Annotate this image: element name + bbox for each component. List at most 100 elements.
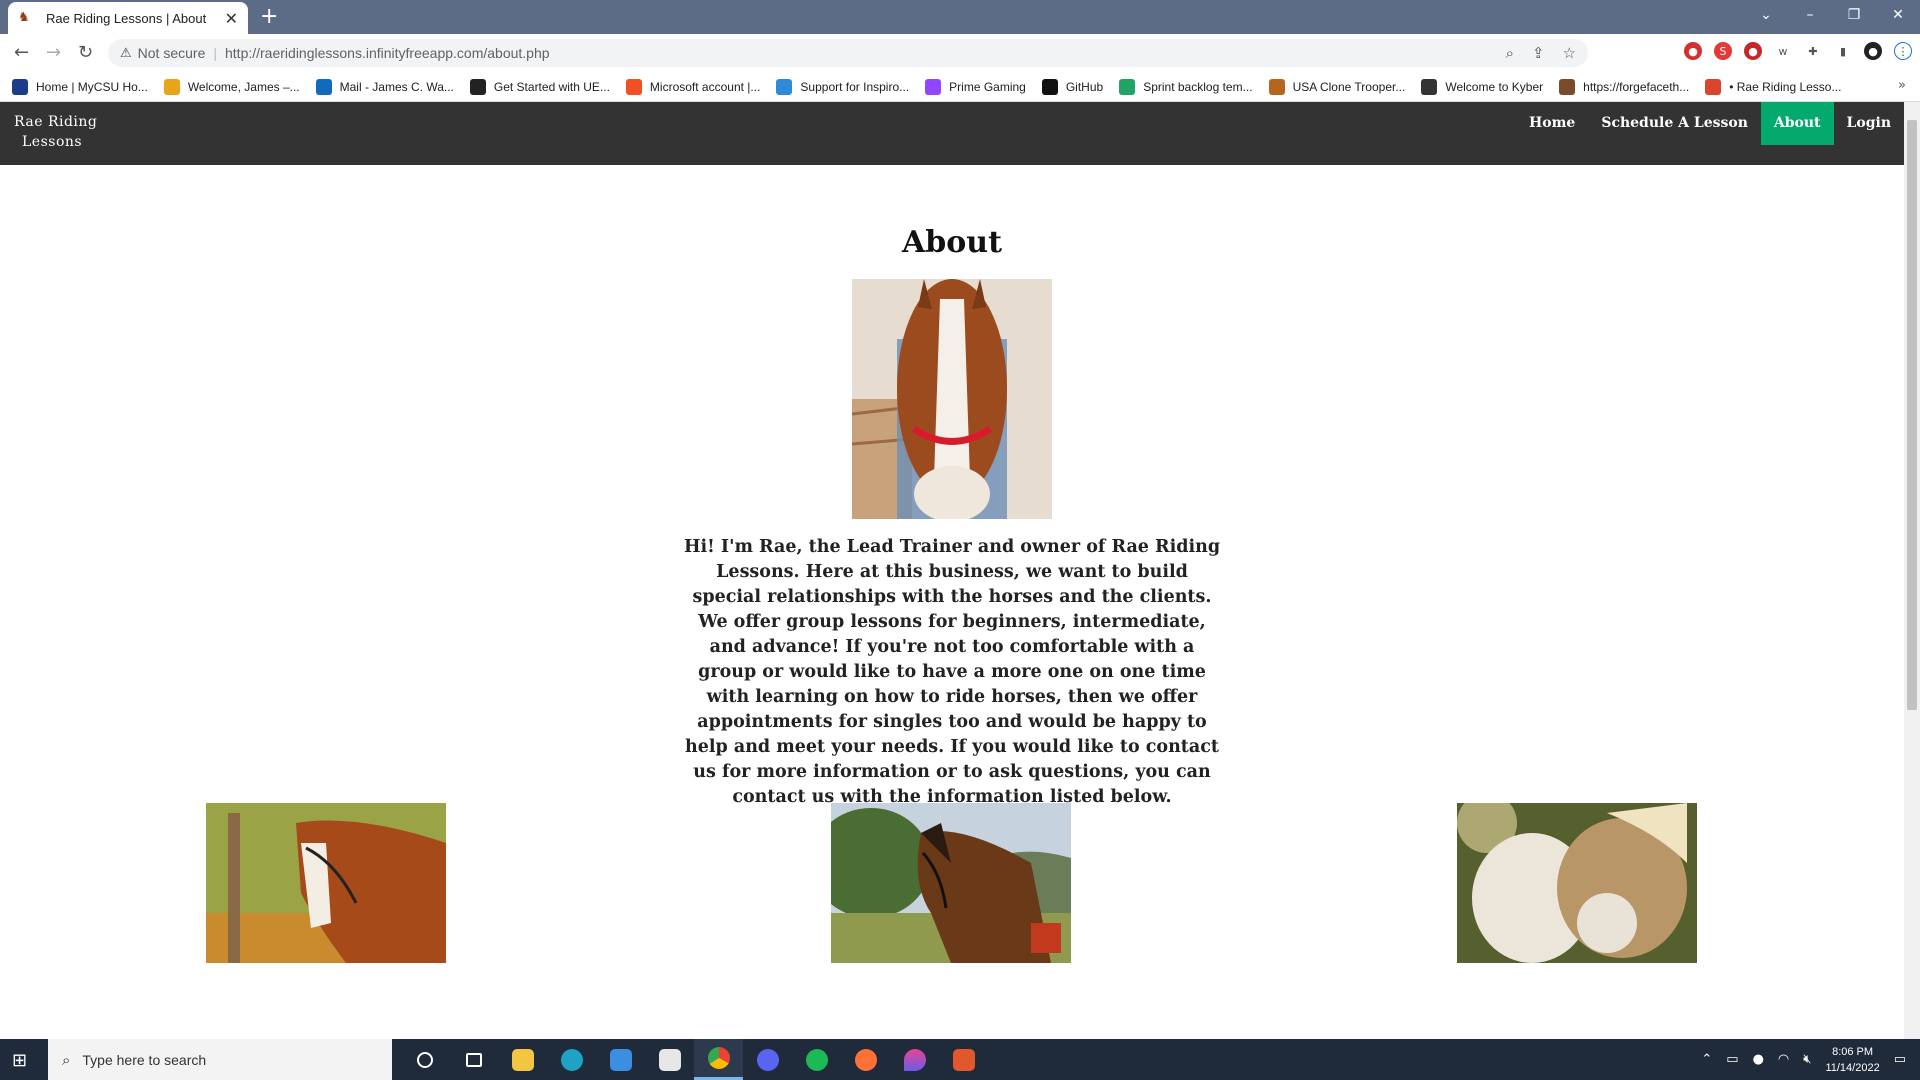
bookmarks-bar: Home | MyCSU Ho... Welcome, James –... Mai… xyxy=(0,72,1920,102)
discord-icon[interactable] xyxy=(743,1039,792,1080)
bookmark-label: Home | MyCSU Ho... xyxy=(36,79,148,94)
task-view-icon[interactable] xyxy=(449,1039,498,1080)
puzzle-icon[interactable]: ✚ xyxy=(1804,42,1822,60)
windows-taskbar: ⊞ ⌕ Type here to search ⌃ ▭ ● ◠ 🔇︎ 8:06 … xyxy=(0,1039,1920,1080)
firefox-icon[interactable] xyxy=(841,1039,890,1080)
bookmark-item[interactable]: Sprint backlog tem... xyxy=(1119,78,1253,95)
app-orange-icon[interactable] xyxy=(939,1039,988,1080)
store-icon[interactable] xyxy=(645,1039,694,1080)
bookmark-label: https://forgefaceth... xyxy=(1583,79,1690,94)
page-scrollbar[interactable] xyxy=(1904,102,1920,1039)
bookmark-item[interactable]: • Rae Riding Lesso... xyxy=(1705,78,1841,95)
forward-icon[interactable]: → xyxy=(46,42,61,63)
minimize-icon[interactable]: – xyxy=(1788,0,1832,30)
search-placeholder: Type here to search xyxy=(82,1051,207,1068)
address-bar[interactable]: ⚠ Not secure | http://raeridinglessons.i… xyxy=(108,39,1588,67)
bookmark-label: Microsoft account |... xyxy=(649,79,761,94)
bookmark-label: Welcome, James –... xyxy=(187,79,300,94)
chrome-icon[interactable] xyxy=(694,1039,743,1080)
warning-icon[interactable]: ⚠ xyxy=(120,46,132,61)
bookmark-favicon-icon xyxy=(315,78,332,95)
menu-kebab-icon[interactable]: ⋮ xyxy=(1894,42,1912,60)
new-tab-icon[interactable]: + xyxy=(260,4,278,29)
more-bookmarks-icon[interactable]: » xyxy=(1898,78,1906,93)
horse-bridle-image xyxy=(831,803,1071,963)
bookmark-item[interactable]: Support for Inspiro... xyxy=(776,78,910,95)
profile-avatar[interactable]: ● xyxy=(1864,42,1882,60)
tray-app-icon[interactable]: ● xyxy=(1753,1052,1764,1067)
extension-icon[interactable]: ● xyxy=(1684,42,1702,60)
bookmark-favicon-icon xyxy=(776,78,793,95)
bookmark-star-icon[interactable]: ☆ xyxy=(1563,44,1576,62)
clock-date: 11/14/2022 xyxy=(1825,1061,1880,1074)
logo-line-2: Lessons xyxy=(22,134,83,150)
two-ponies-image xyxy=(1457,803,1697,963)
bookmark-item[interactable]: Prime Gaming xyxy=(925,78,1026,95)
scrollbar-thumb[interactable] xyxy=(1907,120,1917,710)
tab-search-icon[interactable]: ⌄ xyxy=(1744,0,1788,30)
share-icon[interactable]: ⇪ xyxy=(1532,44,1545,62)
extension-icon[interactable]: ● xyxy=(1744,42,1762,60)
extension-icon[interactable]: w xyxy=(1774,42,1792,60)
close-window-icon[interactable]: ✕ xyxy=(1876,0,1920,30)
extensions-area: ● S ● w ✚ ▮ ● ⋮ xyxy=(1684,42,1912,60)
bookmark-label: Welcome to Kyber xyxy=(1445,79,1544,94)
bookmark-favicon-icon xyxy=(1119,78,1136,95)
bookmark-item[interactable]: Welcome, James –... xyxy=(163,78,300,95)
main-nav: Home Schedule A Lesson About Login xyxy=(1516,102,1904,145)
browser-tab[interactable]: ♞ Rae Riding Lessons | About ✕ xyxy=(8,2,248,34)
bookmark-item[interactable]: USA Clone Trooper... xyxy=(1268,78,1406,95)
bookmark-favicon-icon xyxy=(925,78,942,95)
mail-icon[interactable] xyxy=(596,1039,645,1080)
zoom-icon[interactable]: ⌕ xyxy=(1506,44,1514,62)
wifi-icon[interactable]: ◠ xyxy=(1778,1052,1789,1067)
extension-icon[interactable]: S xyxy=(1714,42,1732,60)
edge-icon[interactable] xyxy=(547,1039,596,1080)
app-drop-icon[interactable] xyxy=(890,1039,939,1080)
cortana-icon[interactable] xyxy=(400,1039,449,1080)
address-toolbar: ← → ↻ ⚠ Not secure | http://raeridingles… xyxy=(0,34,1920,72)
windows-start-icon[interactable]: ⊞ xyxy=(12,1050,27,1071)
nav-schedule-lesson[interactable]: Schedule A Lesson xyxy=(1588,102,1761,145)
clock-time: 8:06 PM xyxy=(1832,1045,1874,1058)
bookmark-item[interactable]: Mail - James C. Wa... xyxy=(315,78,454,95)
bookmark-label: USA Clone Trooper... xyxy=(1292,79,1406,94)
browser-tab-bar: ♞ Rae Riding Lessons | About ✕ + ⌄ – ❐ ✕ xyxy=(0,0,1920,34)
bookmark-label: Mail - James C. Wa... xyxy=(339,79,454,94)
restore-icon[interactable]: ❐ xyxy=(1832,0,1876,30)
nav-about[interactable]: About xyxy=(1760,102,1834,145)
bookmark-favicon-icon xyxy=(625,78,642,95)
volume-muted-icon[interactable]: 🔇︎ xyxy=(1803,1052,1811,1067)
bookmark-favicon-icon xyxy=(1559,78,1576,95)
bookmark-label: Support for Inspiro... xyxy=(800,79,910,94)
horse-grazing-image xyxy=(206,803,446,963)
clock[interactable]: 8:06 PM 11/14/2022 xyxy=(1825,1044,1879,1076)
bookmark-favicon-icon xyxy=(469,78,486,95)
not-secure-label[interactable]: Not secure xyxy=(138,45,206,61)
nav-home[interactable]: Home xyxy=(1516,102,1588,145)
bookmark-item[interactable]: GitHub xyxy=(1041,78,1103,95)
bookmark-item[interactable]: Home | MyCSU Ho... xyxy=(12,78,148,95)
notifications-icon[interactable]: ▭ xyxy=(1894,1052,1906,1067)
horse-portrait-image xyxy=(852,279,1052,519)
bookmark-item[interactable]: Microsoft account |... xyxy=(625,78,761,95)
close-tab-icon[interactable]: ✕ xyxy=(225,9,238,28)
spotify-icon[interactable] xyxy=(792,1039,841,1080)
battery-icon[interactable]: ▭ xyxy=(1726,1052,1738,1067)
bookmark-label: Get Started with UE... xyxy=(493,79,610,94)
site-logo[interactable]: Rae Riding Lessons xyxy=(14,112,97,152)
file-explorer-icon[interactable] xyxy=(498,1039,547,1080)
bookmark-item[interactable]: Welcome to Kyber xyxy=(1421,78,1544,95)
page-title: About xyxy=(902,225,1002,260)
url-text[interactable]: http://raeridinglessons.infinityfreeapp.… xyxy=(225,45,550,61)
taskbar-search-box[interactable]: ⌕ Type here to search xyxy=(48,1039,392,1080)
chevron-up-icon[interactable]: ⌃ xyxy=(1701,1052,1712,1067)
nav-login[interactable]: Login xyxy=(1834,102,1904,145)
bookmark-item[interactable]: https://forgefaceth... xyxy=(1559,78,1690,95)
divider: | xyxy=(213,45,217,61)
reload-icon[interactable]: ↻ xyxy=(78,42,93,63)
bookmark-favicon-icon xyxy=(1268,78,1285,95)
back-icon[interactable]: ← xyxy=(14,42,29,63)
side-panel-icon[interactable]: ▮ xyxy=(1834,42,1852,60)
bookmark-item[interactable]: Get Started with UE... xyxy=(469,78,610,95)
